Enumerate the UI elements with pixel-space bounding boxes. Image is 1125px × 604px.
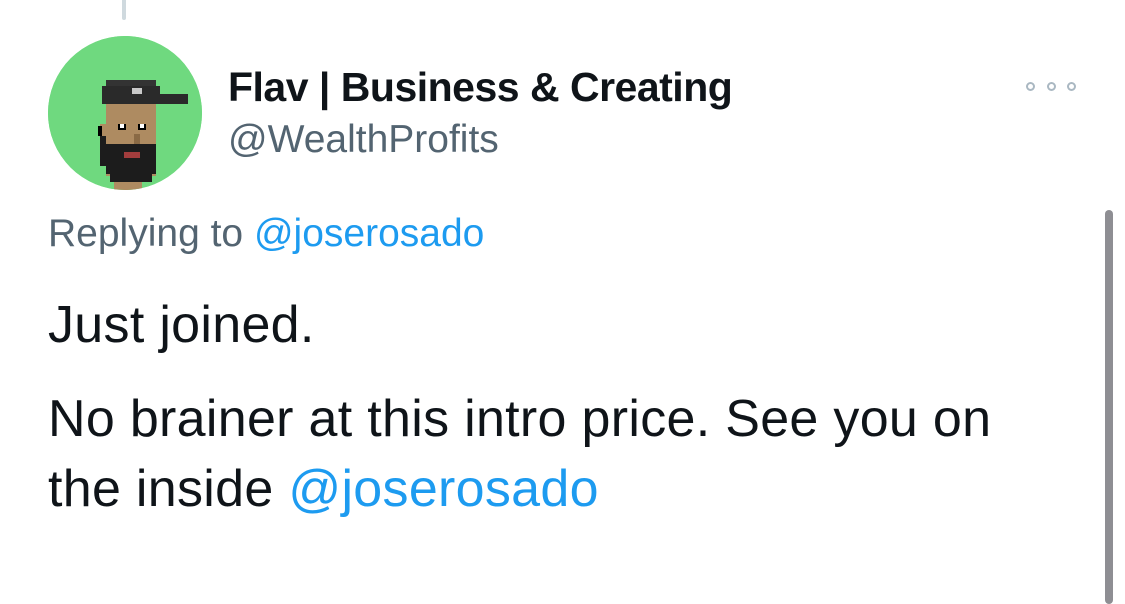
tweet-body: Just joined. No brainer at this intro pr… — [48, 290, 1048, 548]
tweet-paragraph-2: No brainer at this intro price. See you … — [48, 384, 1048, 524]
author-display-name[interactable]: Flav | Business & Creating — [228, 64, 733, 111]
thread-connector-line — [122, 0, 126, 20]
avatar[interactable] — [48, 36, 202, 190]
author-handle[interactable]: @WealthProfits — [228, 118, 499, 162]
more-options-button[interactable] — [1026, 74, 1076, 98]
pixel-punk-avatar-icon — [48, 36, 202, 190]
ellipsis-icon — [1046, 81, 1056, 91]
replying-to-line: Replying to @joserosado — [48, 212, 484, 256]
tweet-paragraph-1: Just joined. — [48, 296, 315, 354]
tweet-mention-link[interactable]: @joserosado — [288, 460, 598, 518]
ellipsis-icon — [1026, 81, 1035, 91]
replying-to-label: Replying to — [48, 212, 244, 255]
scrollbar[interactable] — [1105, 210, 1113, 604]
ellipsis-icon — [1067, 81, 1076, 91]
replying-to-mention-link[interactable]: @joserosado — [254, 212, 484, 255]
